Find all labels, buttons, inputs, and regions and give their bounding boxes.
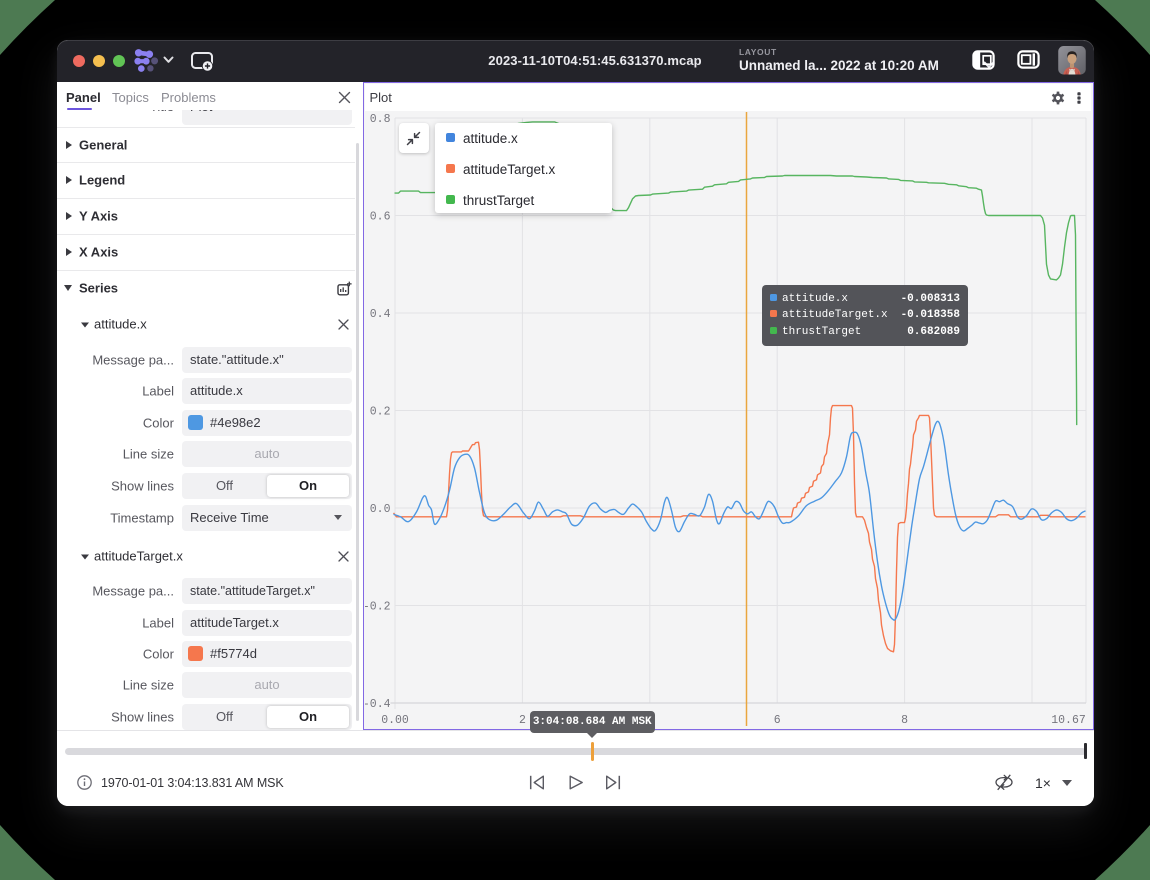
svg-text:0.8: 0.8	[369, 113, 390, 126]
svg-text:0.6: 0.6	[369, 211, 390, 224]
svg-text:0.4: 0.4	[369, 308, 390, 321]
svg-text:0.0: 0.0	[369, 503, 390, 516]
svg-text:-0.2: -0.2	[365, 601, 391, 614]
svg-text:6: 6	[773, 714, 780, 727]
svg-text:0.2: 0.2	[369, 406, 390, 419]
svg-text:-0.4: -0.4	[365, 698, 391, 711]
svg-text:0.00: 0.00	[381, 714, 409, 727]
svg-text:2: 2	[518, 714, 525, 727]
svg-text:8: 8	[901, 714, 908, 727]
svg-text:10.67: 10.67	[1051, 714, 1086, 727]
